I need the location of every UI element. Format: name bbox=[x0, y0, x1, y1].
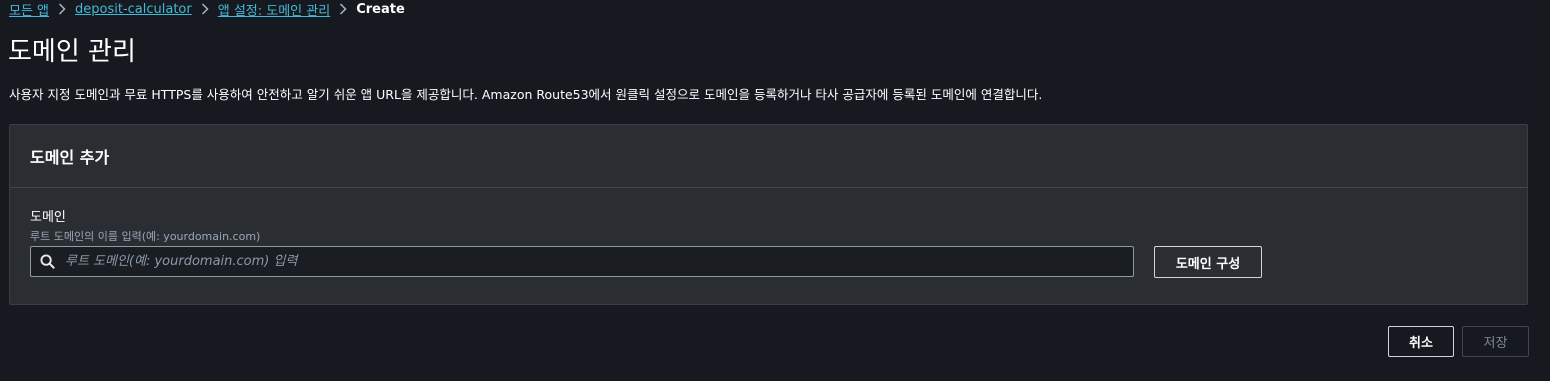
panel-title: 도메인 추가 bbox=[30, 148, 110, 167]
page: 모든 앱 deposit-calculator 앱 설정: 도메인 관리 Cre… bbox=[0, 0, 1550, 381]
page-description: 사용자 지정 도메인과 무료 HTTPS를 사용하여 안전하고 알기 쉬운 앱 … bbox=[9, 87, 1043, 102]
chevron-right-icon bbox=[192, 3, 218, 15]
page-title: 도메인 관리 bbox=[8, 37, 136, 67]
panel-body: 도메인 루트 도메인의 이름 입력(예: yourdomain.com) 도메인… bbox=[10, 188, 1527, 305]
breadcrumb: 모든 앱 deposit-calculator 앱 설정: 도메인 관리 Cre… bbox=[9, 0, 405, 19]
breadcrumb-domain-settings[interactable]: 앱 설정: 도메인 관리 bbox=[218, 0, 330, 19]
domain-field-hint: 루트 도메인의 이름 입력(예: yourdomain.com) bbox=[30, 230, 261, 243]
breadcrumb-current: Create bbox=[356, 1, 405, 17]
chevron-right-icon bbox=[49, 3, 75, 15]
domain-input[interactable] bbox=[65, 254, 1133, 269]
search-icon bbox=[39, 254, 55, 270]
domain-field-label: 도메인 bbox=[30, 210, 66, 225]
cancel-button[interactable]: 취소 bbox=[1388, 326, 1454, 357]
breadcrumb-all-apps[interactable]: 모든 앱 bbox=[9, 0, 49, 19]
panel-header: 도메인 추가 bbox=[10, 125, 1527, 188]
domain-search-box[interactable] bbox=[30, 246, 1134, 277]
configure-domain-button[interactable]: 도메인 구성 bbox=[1154, 246, 1262, 278]
save-button[interactable]: 저장 bbox=[1462, 326, 1529, 357]
chevron-right-icon bbox=[330, 3, 356, 15]
add-domain-panel: 도메인 추가 도메인 루트 도메인의 이름 입력(예: yourdomain.c… bbox=[9, 124, 1528, 305]
breadcrumb-app[interactable]: deposit-calculator bbox=[75, 2, 192, 17]
